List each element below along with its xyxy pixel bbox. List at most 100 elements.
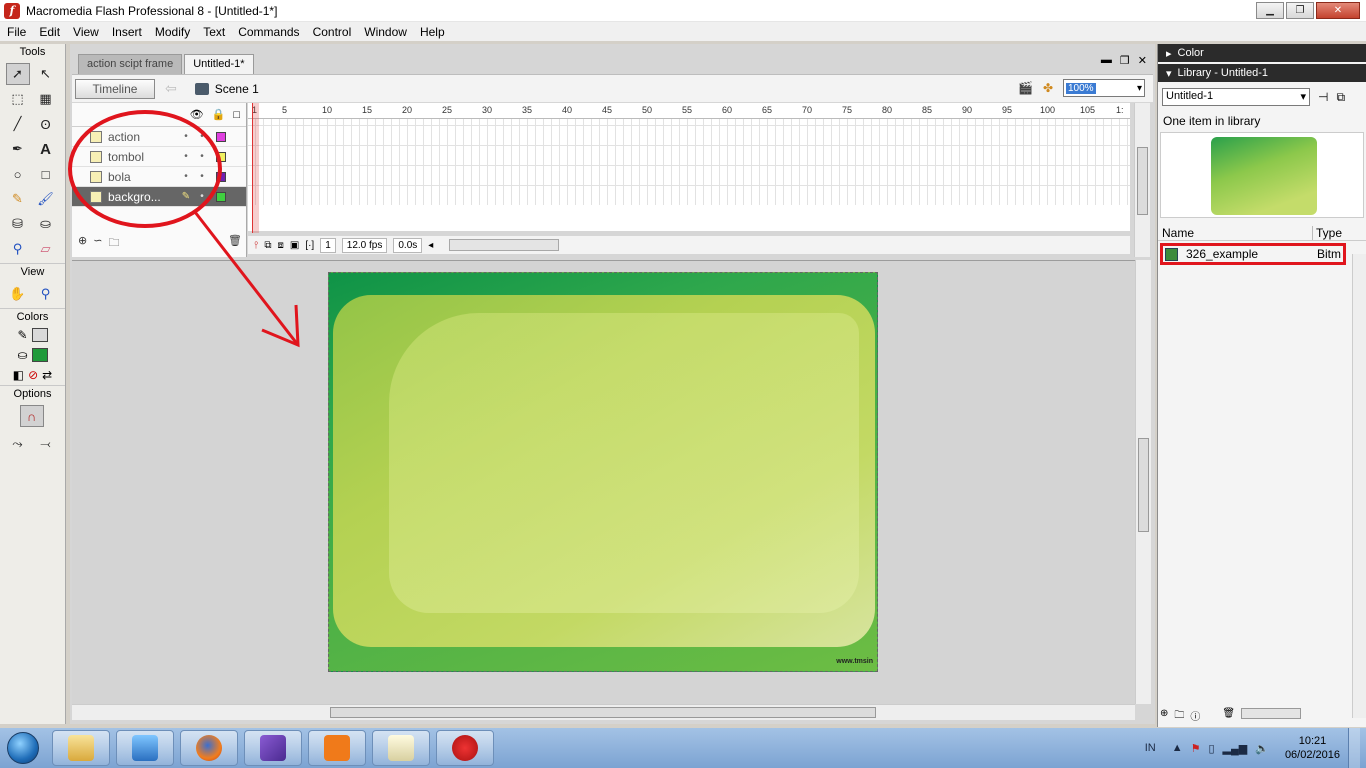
tab-action-script-frame[interactable]: action scipt frame [78,54,183,74]
edit-multiple-frames-icon[interactable]: ▣ [290,240,299,251]
show-hidden-icons-icon[interactable]: ▲ [1172,742,1183,754]
signal-icon[interactable]: ▂▄▆ [1223,742,1248,755]
insert-layer-folder-icon[interactable]: 🗀 [108,234,119,253]
menu-view[interactable]: View [66,25,105,39]
new-library-panel-icon[interactable]: ⧉ [1336,90,1345,105]
menu-text[interactable]: Text [196,25,231,39]
eyedropper-tool-icon[interactable]: ⚲ [6,238,30,260]
playhead[interactable] [252,103,259,233]
insert-layer-icon[interactable]: ⊕ [78,234,87,253]
timeline-hscroll[interactable] [449,239,560,251]
frames-area[interactable]: 1 5 10 15 20 25 30 35 40 45 50 55 60 65 … [248,103,1130,233]
delete-item-icon[interactable]: 🗑 [1222,708,1235,725]
battery-icon[interactable]: ▯ [1208,742,1214,755]
zoom-tool-icon[interactable]: ⚲ [34,283,58,305]
onion-skin-outlines-icon[interactable]: ⧈ [278,240,284,251]
line-tool-icon[interactable]: ╱ [6,113,30,135]
doc-close-icon[interactable]: ✕ [1138,54,1147,67]
no-color-icon[interactable]: ⊘ [28,368,38,382]
lock-dot[interactable]: • [194,151,210,162]
pin-library-icon[interactable]: ⊣ [1318,90,1328,104]
library-panel-header[interactable]: ▾ Library - Untitled-1 [1158,64,1366,82]
snap-magnet-icon[interactable]: ∩ [19,405,44,427]
frame-ruler[interactable]: 1 5 10 15 20 25 30 35 40 45 50 55 60 65 … [248,103,1130,119]
layer-row[interactable]: bola • • [72,167,246,187]
selection-tool-icon[interactable]: ➚ [5,63,30,85]
taskbar-notepad[interactable] [372,730,430,766]
oval-tool-icon[interactable]: ○ [6,163,30,185]
lock-icon[interactable]: 🔒 [212,108,226,121]
visibility-dot[interactable]: • [178,171,194,182]
restore-button[interactable]: ❐ [1286,2,1314,19]
clock[interactable]: 10:21 06/02/2016 [1285,734,1340,762]
menu-help[interactable]: Help [413,25,451,39]
taskbar-media-player[interactable] [116,730,174,766]
add-motion-guide-icon[interactable]: ∽ [93,234,102,253]
modify-onion-markers-icon[interactable]: [·] [305,240,314,251]
menu-file[interactable]: File [0,25,32,39]
layer-color-swatch[interactable] [216,191,226,202]
scroll-left-icon[interactable]: ◂ [428,240,433,251]
properties-icon[interactable]: ⓘ [1190,708,1200,725]
timeline-vscroll-thumb[interactable] [1137,147,1148,215]
menu-control[interactable]: Control [306,25,358,39]
subselection-tool-icon[interactable]: ↖ [34,63,58,85]
lasso-tool-icon[interactable]: ʘ [34,113,58,135]
smooth-icon[interactable]: ⤳ [6,433,30,455]
text-tool-icon[interactable]: A [34,138,58,160]
visibility-dot[interactable]: • [178,131,194,142]
stage-vscroll[interactable] [1135,260,1151,704]
taskbar-firefox[interactable] [180,730,238,766]
hand-tool-icon[interactable]: ✋ [6,283,30,305]
brush-tool-icon[interactable]: 🖌 [34,188,58,210]
library-document-select[interactable]: Untitled-1 ▾ [1162,88,1310,106]
onion-skin-icon[interactable]: ⧉ [264,240,271,251]
eye-icon[interactable]: 👁 [190,108,204,121]
menu-window[interactable]: Window [357,25,413,39]
lock-dot[interactable]: • [194,131,210,142]
layer-color-swatch[interactable] [216,171,226,182]
pencil-tool-icon[interactable]: ✎ [6,188,30,210]
layer-color-swatch[interactable] [216,131,226,142]
menu-commands[interactable]: Commands [231,25,305,39]
free-transform-tool-icon[interactable]: ⬚ [6,88,30,110]
pen-tool-icon[interactable]: ✒ [6,138,30,160]
language-indicator[interactable]: IN [1145,742,1156,754]
zoom-select[interactable]: 100% ▾ [1063,79,1145,97]
library-hscroll[interactable] [1241,708,1302,719]
paint-bucket-tool-icon[interactable]: ⛀ [34,213,58,235]
start-button[interactable] [0,728,46,768]
stage-area[interactable]: www.tmsin [72,260,1135,704]
taskbar-xampp[interactable] [308,730,366,766]
taskbar-visual-studio[interactable] [244,730,302,766]
straighten-icon[interactable]: ⤙ [34,433,58,455]
tab-untitled-1[interactable]: Untitled-1* [184,54,254,74]
ink-bottle-tool-icon[interactable]: ⛁ [6,213,30,235]
gradient-transform-tool-icon[interactable]: ▦ [34,88,58,110]
color-panel-header[interactable]: ▸ Color [1158,44,1366,62]
stage[interactable]: www.tmsin [328,272,878,672]
new-symbol-icon[interactable]: ⊕ [1160,708,1168,725]
column-name[interactable]: Name [1162,226,1312,240]
stage-vscroll-thumb[interactable] [1138,438,1149,532]
fill-color-swatch[interactable] [31,348,48,362]
doc-minimize-icon[interactable]: ▬ [1101,54,1112,67]
rectangle-tool-icon[interactable]: □ [34,163,58,185]
layer-row[interactable]: action • • [72,127,246,147]
edit-symbols-icon[interactable]: ✤ [1043,81,1053,95]
layer-color-swatch[interactable] [216,151,226,162]
scene-label[interactable]: Scene 1 [215,82,259,96]
new-folder-icon[interactable]: 🗀 [1174,708,1184,725]
timeline-button[interactable]: Timeline [75,78,155,99]
visibility-dot[interactable]: • [194,191,210,202]
stage-hscroll[interactable] [72,704,1135,720]
layer-row-selected[interactable]: backgro... ✎ • [72,187,246,207]
taskbar-explorer[interactable] [52,730,110,766]
black-white-icon[interactable]: ◧ [13,368,24,382]
layer-row[interactable]: tombol • • [72,147,246,167]
edit-scene-icon[interactable]: 🎬 [1018,81,1033,95]
lock-dot[interactable]: • [194,171,210,182]
taskbar-flash[interactable] [436,730,494,766]
menu-insert[interactable]: Insert [105,25,148,39]
outline-icon[interactable]: □ [233,109,240,121]
